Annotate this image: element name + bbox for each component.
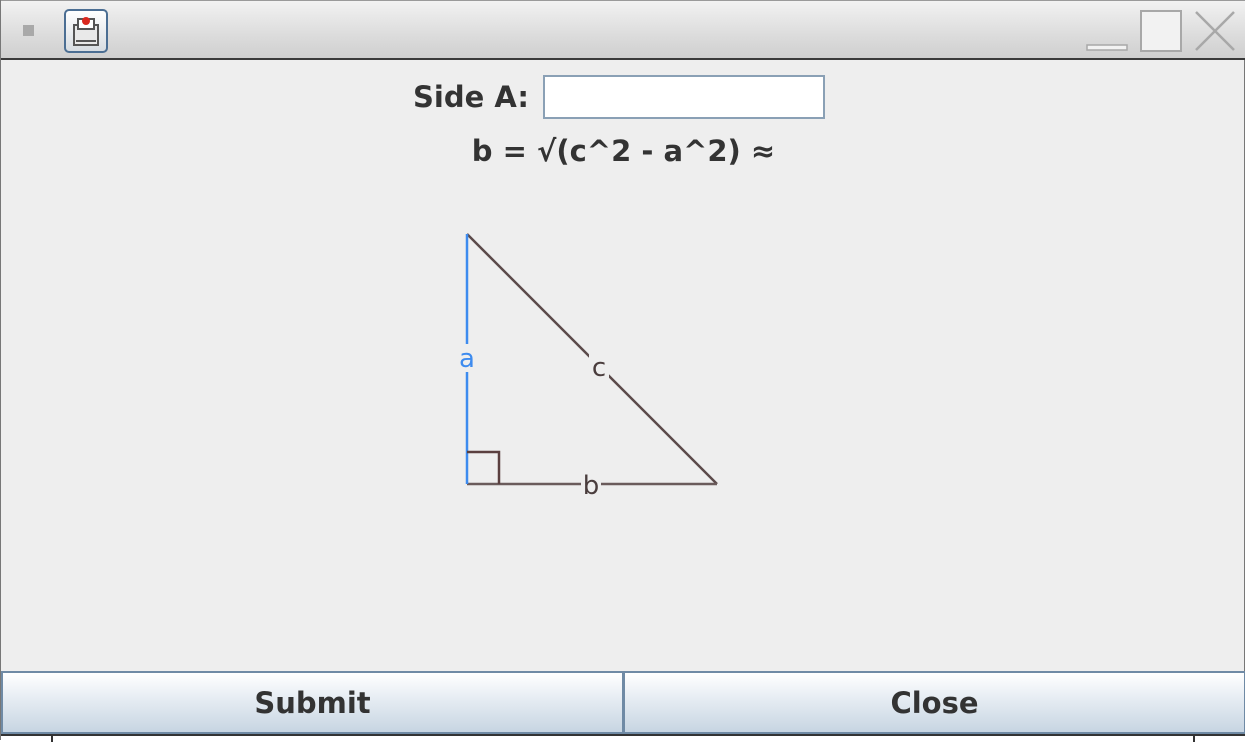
- maximize-icon[interactable]: [1139, 9, 1183, 53]
- app-icon: [64, 9, 108, 53]
- triangle-diagram: a b c: [441, 220, 741, 501]
- title-bar[interactable]: [1, 0, 1245, 60]
- close-button[interactable]: Close: [624, 671, 1245, 734]
- content-panel: Side A: b = √(c^2 - a^2) ≈ a b c: [1, 60, 1245, 672]
- calculator-window: Side A: b = √(c^2 - a^2) ≈ a b c Submit …: [0, 0, 1245, 742]
- window-menu-icon[interactable]: [23, 25, 34, 36]
- side-a-input[interactable]: [542, 75, 825, 119]
- right-angle-icon: [467, 450, 501, 484]
- submit-button[interactable]: Submit: [1, 671, 624, 734]
- window-bottom-edge: [1, 734, 1245, 742]
- side-a-row: Side A:: [413, 74, 825, 120]
- button-bar: Submit Close: [1, 671, 1245, 734]
- formula-text: b = √(c^2 - a^2) ≈: [471, 134, 776, 168]
- minimize-icon[interactable]: [1085, 9, 1129, 53]
- close-icon[interactable]: [1193, 9, 1237, 53]
- side-c-label-text: c: [592, 353, 606, 383]
- side-b-label-text: b: [583, 471, 600, 500]
- side-a-label-text: a: [459, 344, 475, 374]
- side-a-label: Side A:: [413, 80, 529, 114]
